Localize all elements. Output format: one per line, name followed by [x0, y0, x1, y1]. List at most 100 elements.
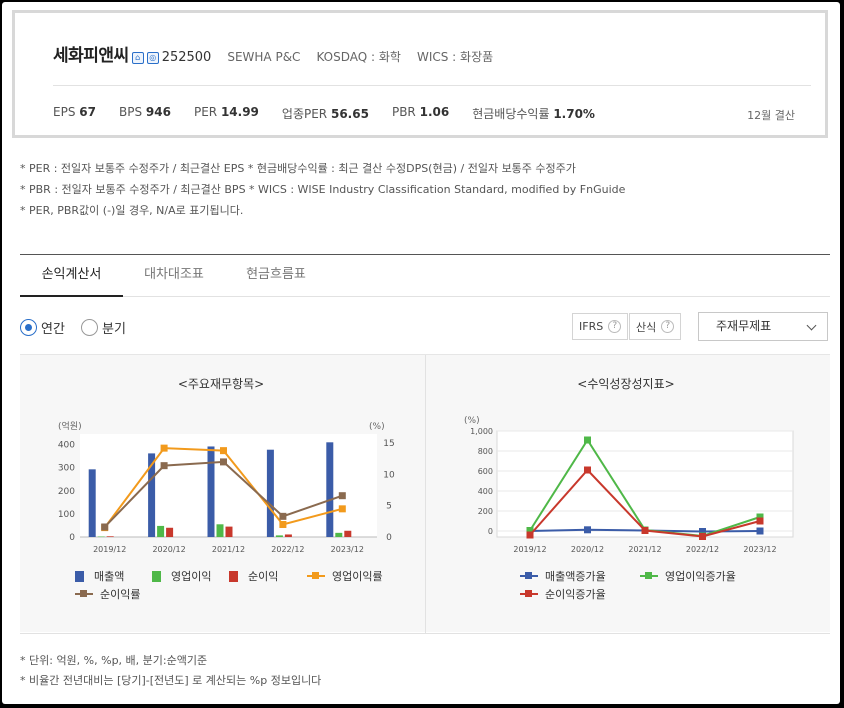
x-tick-label: 2019/12	[513, 545, 546, 554]
help-icon[interactable]: ?	[608, 320, 622, 333]
x-tick-label: 2023/12	[331, 545, 364, 554]
point-영업이익률	[220, 447, 227, 455]
y2-tick-label: 15	[383, 439, 394, 449]
point-매출액증가율	[584, 526, 591, 534]
bar-순이익	[225, 526, 233, 537]
legend-label: 매출액	[94, 570, 125, 583]
chevron-down-icon	[806, 320, 817, 331]
legend-item: 영업이익	[152, 568, 211, 584]
point-순이익률	[101, 523, 109, 531]
y-tick-label: 100	[58, 510, 75, 520]
legend-swatch	[75, 590, 93, 597]
y2-tick-label: 10	[383, 470, 395, 480]
bar-영업이익	[157, 525, 165, 537]
point-영업이익률	[279, 520, 287, 528]
bar-매출액	[326, 442, 334, 537]
legend-item: 매출액	[75, 568, 124, 584]
select-value: 주재무제표	[716, 319, 772, 333]
legend-swatch	[229, 570, 238, 582]
bar-영업이익	[275, 535, 283, 537]
definition-notes: * PER : 전일자 보통주 수정주가 / 최근결산 EPS * 현금배당수익…	[20, 158, 625, 221]
legend-label: 영업이익증가율	[665, 570, 736, 583]
stat-eps: EPS 67	[53, 105, 96, 119]
legend-swatch	[307, 572, 325, 579]
y-axis-label: (%)	[464, 416, 480, 426]
fiscal-year-note: 12월 결산	[747, 109, 795, 122]
formula-label: 산식	[636, 320, 657, 334]
point-순이익증가율	[641, 527, 649, 534]
y2-tick-label: 0	[386, 533, 392, 543]
legend-label: 순이익률	[100, 588, 141, 601]
legend-item: 순이익	[229, 568, 278, 584]
help-icon[interactable]: ?	[661, 320, 675, 333]
legend-label: 순이익	[248, 570, 279, 583]
legend-swatch	[520, 590, 538, 597]
stock-code: 252500	[161, 50, 212, 65]
footnote-line: * 단위: 억원, %, %p, 배, 분기:순액기준	[20, 654, 208, 667]
tab-cash-flow[interactable]: 현금흐름표	[230, 255, 322, 297]
radio-quarterly[interactable]: 분기	[81, 318, 126, 337]
x-tick-label: 2022/12	[271, 545, 304, 554]
stat-per: PER 14.99	[193, 105, 259, 119]
y2-tick-label: 5	[386, 502, 392, 512]
stat-pbr: PBR 1.06	[391, 105, 450, 119]
y-tick-label: 0	[488, 527, 493, 536]
bar-매출액	[207, 446, 215, 537]
radio-quarterly-indicator[interactable]	[81, 319, 98, 336]
note-line: * PER, PBR값이 (-)일 경우, N/A로 표기됩니다.	[20, 204, 244, 217]
legend-swatch	[640, 572, 658, 579]
divider	[53, 85, 811, 86]
point-순이익률	[279, 512, 287, 520]
y-tick-label: 400	[478, 487, 493, 496]
point-영업이익률	[338, 505, 346, 513]
radio-annual[interactable]: 연간	[20, 318, 65, 337]
y-axis-label: (억원)	[58, 420, 82, 432]
market-sector: KOSDAQ : 화학	[316, 50, 401, 64]
statement-type-select[interactable]: 주재무제표	[698, 312, 828, 341]
legend-swatch	[75, 570, 84, 582]
x-tick-label: 2022/12	[686, 545, 719, 554]
x-tick-label: 2020/12	[152, 545, 185, 554]
tab-income-statement[interactable]: 손익계산서	[20, 255, 123, 297]
bar-영업이익	[97, 536, 105, 538]
point-영업이익증가율	[584, 436, 591, 444]
x-tick-label: 2023/12	[743, 545, 776, 554]
bar-순이익	[344, 530, 352, 537]
ifrs-button[interactable]: IFRS ?	[572, 313, 629, 340]
point-순이익증가율	[584, 466, 591, 474]
y-tick-label: 300	[58, 464, 75, 474]
ifrs-label: IFRS	[579, 320, 604, 333]
wics-sector: WICS : 화장품	[416, 50, 494, 64]
point-영업이익률	[160, 444, 168, 452]
radio-quarterly-label: 분기	[102, 322, 126, 337]
legend-label: 영업이익	[171, 570, 212, 583]
tab-balance-sheet[interactable]: 대차대조표	[128, 255, 220, 297]
x-tick-label: 2021/12	[628, 545, 661, 554]
charts-panel: <주요재무항목> <수익성장성지표> 0 100 200 300 400 0 5 10 15 (억…	[20, 354, 830, 633]
app-window: 세화피앤씨 ⌂ ◎ 252500 SEWHA P&C KOSDAQ : 화학 W…	[2, 2, 840, 704]
bar-영업이익	[335, 532, 343, 537]
point-순이익률	[220, 458, 227, 466]
formula-button[interactable]: 산식 ?	[629, 313, 682, 340]
home-icon[interactable]: ⌂	[131, 52, 144, 64]
statement-tabs: 손익계산서 대차대조표 현금흐름표	[20, 255, 830, 297]
radio-annual-label: 연간	[41, 322, 65, 337]
legend-label: 영업이익률	[332, 570, 383, 583]
point-순이익증가율	[699, 533, 706, 540]
point-매출액증가율	[756, 527, 764, 535]
y-tick-label: 0	[69, 533, 75, 543]
y-tick-label: 600	[478, 467, 493, 476]
radio-annual-indicator[interactable]	[20, 319, 37, 336]
x-tick-label: 2020/12	[571, 545, 604, 554]
legend-item: 영업이익증가율	[640, 568, 736, 584]
ir-icon[interactable]: ◎	[146, 52, 159, 64]
legend-swatch	[520, 572, 538, 579]
legend-item: 매출액증가율	[520, 568, 606, 584]
note-line: * PER : 전일자 보통주 수정주가 / 최근결산 EPS * 현금배당수익…	[20, 162, 576, 175]
growth-ratio-chart: 0 200 400 600 800 1,000(%) 2019/12 2020/12 2021/…	[464, 416, 794, 554]
company-summary-box: 세화피앤씨 ⌂ ◎ 252500 SEWHA P&C KOSDAQ : 화학 W…	[12, 10, 828, 138]
bar-영업이익	[216, 524, 224, 537]
y-tick-label: 1,000	[470, 427, 493, 436]
x-tick-label: 2021/12	[212, 545, 245, 554]
bar-매출액	[88, 469, 96, 537]
